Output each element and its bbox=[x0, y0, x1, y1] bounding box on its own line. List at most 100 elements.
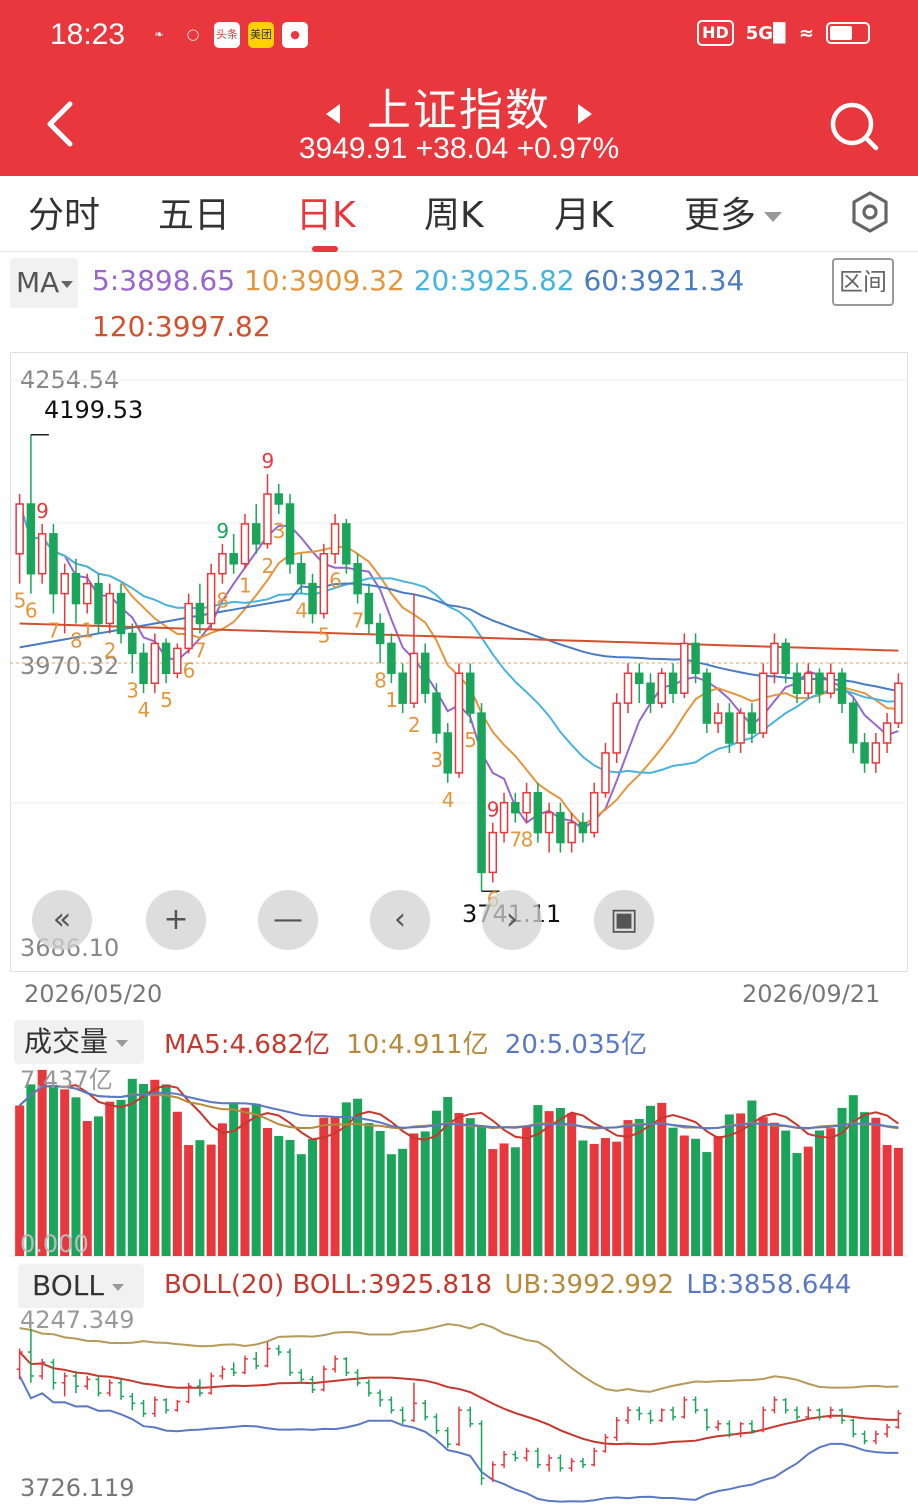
volume-bar bbox=[240, 1107, 250, 1256]
volume-bar bbox=[747, 1100, 757, 1256]
volume-bar bbox=[555, 1107, 565, 1256]
volume-bar bbox=[668, 1127, 678, 1256]
volume-bar bbox=[364, 1123, 374, 1256]
page-title: 上证指数 bbox=[367, 85, 551, 136]
tab-intraday[interactable]: 分时 bbox=[28, 186, 100, 238]
ma-indicator-select[interactable]: MA bbox=[10, 258, 78, 308]
volume-bar bbox=[93, 1116, 103, 1256]
fullscreen-button[interactable]: ▣ bbox=[594, 890, 654, 950]
signal-icon: 5G▉ bbox=[745, 22, 787, 44]
period-tabs: 分时 五日 日K 周K 月K 更多 bbox=[0, 176, 918, 252]
search-icon[interactable] bbox=[828, 100, 880, 152]
settings-icon[interactable] bbox=[848, 190, 892, 234]
ma-legend: 5:3898.65 10:3909.32 20:3925.82 60:3921.… bbox=[92, 264, 744, 297]
volume-indicator-select[interactable]: 成交量 bbox=[14, 1020, 144, 1064]
volume-bar bbox=[229, 1102, 239, 1256]
vol-ma5: MA5:4.682亿 bbox=[164, 1030, 330, 1060]
volume-bar bbox=[296, 1154, 306, 1256]
wechat-icon: ❧ bbox=[154, 28, 164, 41]
volume-ma20-line bbox=[18, 1085, 899, 1130]
volume-bar bbox=[871, 1117, 881, 1256]
kchart-axis-top: 4254.54 bbox=[20, 366, 120, 394]
volume-bar bbox=[308, 1139, 318, 1256]
volume-bar bbox=[882, 1144, 892, 1256]
date-end: 2026/09/21 bbox=[742, 980, 881, 1008]
vol-ma10: 10:4.911亿 bbox=[346, 1030, 489, 1060]
volume-bar bbox=[262, 1128, 272, 1256]
volume-bar bbox=[251, 1103, 261, 1256]
change: +38.04 bbox=[415, 132, 509, 165]
kline-chart-panel[interactable] bbox=[10, 352, 908, 972]
volume-axis-bottom: 0.000 bbox=[20, 1230, 89, 1258]
volume-bar bbox=[589, 1143, 599, 1256]
volume-bar bbox=[803, 1146, 813, 1256]
boll-ub: UB:3992.992 bbox=[504, 1270, 675, 1300]
volume-bar bbox=[386, 1154, 396, 1256]
volume-bar bbox=[826, 1128, 836, 1256]
volume-bar bbox=[634, 1118, 644, 1256]
volume-bar bbox=[679, 1135, 689, 1256]
volume-bar bbox=[274, 1135, 284, 1256]
fast-back-button[interactable]: « bbox=[32, 890, 92, 950]
volume-bar bbox=[465, 1118, 475, 1256]
range-button[interactable]: 区间 bbox=[832, 258, 894, 306]
zoom-in-button[interactable]: + bbox=[146, 890, 206, 950]
netease-icon: ● bbox=[282, 22, 308, 48]
volume-bar bbox=[815, 1130, 825, 1256]
volume-bar bbox=[860, 1112, 870, 1256]
tab-weekly-k[interactable]: 周K bbox=[424, 186, 484, 238]
ma10-value: 10:3909.32 bbox=[243, 264, 405, 297]
meituan-icon: 美团 bbox=[248, 22, 274, 48]
ma5-value: 5:3898.65 bbox=[92, 264, 236, 297]
volume-bar bbox=[792, 1153, 802, 1256]
step-forward-button[interactable]: › bbox=[482, 890, 542, 950]
volume-bar bbox=[161, 1084, 171, 1256]
tab-daily-k[interactable]: 日K bbox=[296, 186, 356, 238]
volume-bar bbox=[600, 1138, 610, 1256]
boll-mid-line bbox=[18, 1351, 899, 1446]
volume-bar bbox=[150, 1079, 160, 1256]
volume-bar bbox=[105, 1101, 115, 1256]
volume-bar bbox=[691, 1138, 701, 1256]
boll-axis-top: 4247.349 bbox=[20, 1306, 135, 1334]
active-tab-indicator bbox=[312, 246, 338, 252]
status-bar: 18:23 ❧ ◯ 头条 美团 ● HD 5G▉ ≈ bbox=[0, 0, 918, 72]
volume-bar bbox=[139, 1083, 149, 1256]
volume-bar bbox=[353, 1098, 363, 1256]
volume-bar bbox=[488, 1149, 498, 1256]
step-back-button[interactable]: ‹ bbox=[370, 890, 430, 950]
volume-legend: MA5:4.682亿 10:4.911亿 20:5.035亿 bbox=[164, 1024, 647, 1061]
volume-axis-top: 7.437亿 bbox=[20, 1066, 113, 1094]
boll-legend: BOLL(20) BOLL:3925.818 UB:3992.992 LB:38… bbox=[164, 1270, 851, 1300]
volume-bar bbox=[285, 1139, 295, 1256]
boll-mid: BOLL:3925.818 bbox=[292, 1270, 493, 1300]
price: 3949.91 bbox=[298, 132, 408, 165]
zoom-out-button[interactable]: — bbox=[258, 890, 318, 950]
tab-more[interactable]: 更多 bbox=[684, 186, 783, 238]
battery-icon bbox=[826, 22, 870, 44]
tab-five-day[interactable]: 五日 bbox=[158, 186, 230, 238]
chevron-down-icon bbox=[764, 212, 783, 222]
volume-bar bbox=[567, 1113, 577, 1256]
status-app-icons: ❧ ◯ 头条 美团 ● bbox=[146, 22, 308, 48]
ma120-value: 120:3997.82 bbox=[92, 310, 271, 343]
volume-bar bbox=[893, 1147, 903, 1256]
top-bar: 18:23 ❧ ◯ 头条 美团 ● HD 5G▉ ≈ 上证指数 3949.91 … bbox=[0, 0, 918, 176]
toutiao-icon: 头条 bbox=[214, 22, 240, 48]
volume-bar bbox=[206, 1144, 216, 1256]
chevron-down-icon bbox=[116, 1039, 129, 1047]
boll-upper-line bbox=[19, 1322, 899, 1393]
next-index-icon[interactable] bbox=[578, 104, 592, 124]
boll-indicator-select[interactable]: BOLL bbox=[18, 1264, 144, 1308]
volume-bar bbox=[837, 1107, 847, 1256]
volume-bar bbox=[217, 1123, 227, 1256]
title-wrap: 上证指数 bbox=[0, 74, 918, 138]
high-price-label: 4199.53 bbox=[44, 396, 144, 424]
tab-monthly-k[interactable]: 月K bbox=[554, 186, 614, 238]
date-start: 2026/05/20 bbox=[24, 980, 163, 1008]
volume-bar bbox=[499, 1143, 509, 1256]
volume-bar bbox=[375, 1130, 385, 1256]
chevron-down-icon bbox=[61, 280, 74, 288]
volume-bar bbox=[646, 1105, 656, 1256]
boll-lower-line bbox=[18, 1375, 899, 1503]
